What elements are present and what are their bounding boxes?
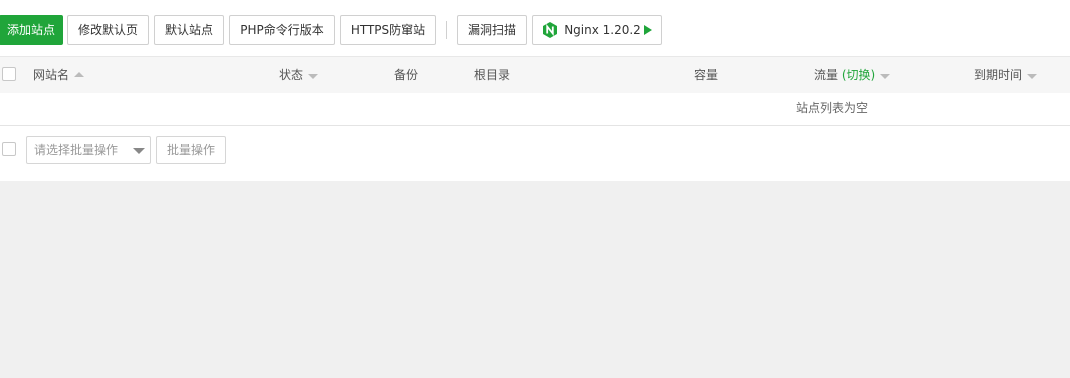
column-expiry-label: 到期时间 [974, 68, 1023, 82]
sort-asc-icon [74, 72, 85, 77]
nginx-version-button[interactable]: Nginx 1.20.2 [532, 15, 662, 45]
column-expiry[interactable]: 到期时间 [974, 57, 1038, 93]
edit-default-page-button[interactable]: 修改默认页 [67, 15, 149, 45]
batch-action-placeholder: 请选择批量操作 [34, 143, 119, 157]
sort-desc-icon [308, 74, 319, 79]
column-status-label: 状态 [279, 68, 304, 82]
nginx-version-label: Nginx 1.20.2 [564, 23, 641, 37]
batch-select-checkbox[interactable] [2, 142, 16, 156]
sort-desc-icon [1027, 74, 1038, 79]
play-icon [643, 25, 652, 35]
default-site-button[interactable]: 默认站点 [154, 15, 224, 45]
chevron-down-icon [133, 148, 145, 154]
toolbar: 添加站点 修改默认页 默认站点 PHP命令行版本 HTTPS防窜站 漏洞扫描 N… [0, 15, 1070, 45]
vuln-scan-button[interactable]: 漏洞扫描 [457, 15, 527, 45]
column-status[interactable]: 状态 [279, 57, 319, 93]
batch-action-button[interactable]: 批量操作 [156, 136, 226, 164]
site-list-panel: 添加站点 修改默认页 默认站点 PHP命令行版本 HTTPS防窜站 漏洞扫描 N… [0, 0, 1070, 181]
column-traffic-label: 流量 [814, 68, 839, 82]
table-header: 网站名 状态 备份 根目录 容量 流量 (切换) 到期时间 [0, 56, 1070, 93]
column-root-dir: 根目录 [474, 68, 511, 82]
column-site-name-label: 网站名 [33, 68, 70, 82]
batch-action-select[interactable]: 请选择批量操作 [26, 136, 151, 164]
sort-desc-icon [880, 74, 891, 79]
table-empty-row: 站点列表为空 [0, 92, 1070, 126]
column-site-name[interactable]: 网站名 [33, 57, 85, 93]
column-backup: 备份 [394, 68, 419, 82]
empty-message: 站点列表为空 [796, 101, 869, 115]
traffic-toggle-link[interactable]: (切换) [842, 68, 875, 82]
add-site-button[interactable]: 添加站点 [0, 15, 63, 45]
column-capacity: 容量 [694, 68, 719, 82]
nginx-logo-icon [543, 22, 558, 38]
select-all-checkbox[interactable] [2, 67, 16, 81]
https-anti-intrusion-button[interactable]: HTTPS防窜站 [340, 15, 436, 45]
toolbar-divider [446, 21, 447, 39]
php-cli-version-button[interactable]: PHP命令行版本 [229, 15, 335, 45]
column-traffic[interactable]: 流量 (切换) [814, 57, 891, 93]
